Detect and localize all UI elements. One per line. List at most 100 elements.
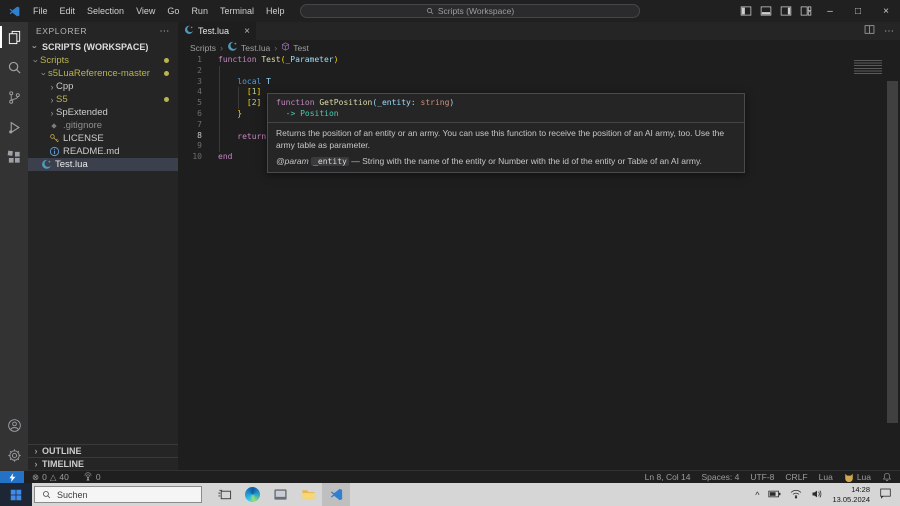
tree-item-.gitignore[interactable]: .gitignore: [28, 119, 178, 132]
chevron-right-icon: ›: [50, 107, 54, 118]
title-bar: FileEditSelectionViewGoRunTerminalHelp ←…: [0, 0, 900, 22]
eol[interactable]: CRLF: [785, 472, 807, 482]
split-editor-icon[interactable]: [864, 24, 875, 38]
chevron-right-icon: ›: [34, 446, 38, 456]
menu-go[interactable]: Go: [161, 0, 185, 22]
tree-item-license[interactable]: LICENSE: [28, 132, 178, 145]
code-line-3[interactable]: 3 local T: [178, 77, 900, 88]
account-icon[interactable]: [0, 410, 28, 440]
panel-timeline[interactable]: › TIMELINE: [28, 457, 178, 470]
volume-icon[interactable]: [811, 486, 823, 504]
command-center[interactable]: Scripts (Workspace): [300, 4, 640, 18]
encoding[interactable]: UTF-8: [750, 472, 774, 482]
cursor-position[interactable]: Ln 8, Col 14: [645, 472, 691, 482]
line-content: local T: [218, 77, 271, 88]
code-token: [: [218, 87, 252, 97]
code-token: ]: [256, 87, 262, 97]
system-tray: ^ 14:28 13.05.2024: [755, 485, 900, 504]
maximize-button[interactable]: □: [844, 0, 872, 22]
clock[interactable]: 14:28 13.05.2024: [832, 485, 870, 504]
lua-file-icon: [184, 25, 194, 37]
breadcrumb-label: Test: [293, 42, 309, 53]
code-token: ): [449, 98, 455, 107]
sidebar-title: EXPLORER ⋯: [28, 22, 178, 40]
wifi-icon[interactable]: [790, 486, 802, 504]
more-actions-icon[interactable]: ⋯: [884, 26, 894, 37]
app-window-icon[interactable]: [266, 483, 294, 506]
task-view-icon[interactable]: [210, 483, 238, 506]
search-icon: [43, 491, 51, 499]
menu-edit[interactable]: Edit: [54, 0, 82, 22]
line-number: 9: [197, 141, 202, 151]
code-line-2[interactable]: 2: [178, 66, 900, 77]
breadcrumb-test[interactable]: Test: [281, 42, 309, 53]
run-debug-icon[interactable]: [0, 112, 28, 142]
menu-run[interactable]: Run: [185, 0, 214, 22]
tree-item-test.lua[interactable]: Test.lua: [28, 158, 178, 171]
menu-terminal[interactable]: Terminal: [214, 0, 260, 22]
extensions-icon[interactable]: [0, 142, 28, 172]
problems-indicator[interactable]: ⊗ 0 △ 40: [32, 472, 69, 483]
menu-selection[interactable]: Selection: [81, 0, 130, 22]
tree-item-s5luareference-master[interactable]: › s5LuaReference-master: [28, 67, 178, 80]
line-number: 10: [192, 152, 202, 162]
vscode-taskbar-icon[interactable]: [322, 483, 350, 506]
tab-bar: Test.lua × ⋯: [178, 22, 900, 40]
workspace-section-header[interactable]: › SCRIPTS (WORKSPACE): [28, 40, 178, 54]
indentation[interactable]: Spaces: 4: [702, 472, 740, 482]
toggle-sidebar-icon[interactable]: [736, 0, 756, 22]
menu-help[interactable]: Help: [260, 0, 291, 22]
editor-scrollbar[interactable]: [887, 81, 898, 423]
menu-view[interactable]: View: [130, 0, 161, 22]
code-token: function: [276, 98, 320, 107]
hover-signature: function GetPosition(_entity: string): [268, 94, 744, 108]
panel-outline[interactable]: › OUTLINE: [28, 444, 178, 457]
file-explorer-icon[interactable]: [294, 483, 322, 506]
hover-param-line: @param _entity — String with the name of…: [268, 154, 744, 172]
breadcrumb-scripts[interactable]: Scripts: [190, 43, 216, 53]
code-token: Test: [256, 55, 281, 64]
windows-taskbar: Suchen ^ 14:28 13.05.2024: [0, 483, 900, 506]
explorer-icon[interactable]: [0, 22, 28, 52]
tree-item-label: s5LuaReference-master: [48, 68, 150, 79]
minimize-button[interactable]: –: [816, 0, 844, 22]
taskbar-search[interactable]: Suchen: [34, 486, 202, 503]
toggle-secondary-sidebar-icon[interactable]: [776, 0, 796, 22]
file-tree: › Scripts › s5LuaReference-master › Cpp › S5 › Sp…: [28, 54, 178, 171]
toggle-panel-icon[interactable]: [756, 0, 776, 22]
code-line-1[interactable]: 1 function Test(_Parameter): [178, 55, 900, 66]
start-button[interactable]: [0, 483, 32, 506]
broadcast-indicator[interactable]: 0: [83, 472, 101, 482]
vscode-logo-icon: [8, 5, 21, 18]
lua-extension-status[interactable]: Lua: [844, 472, 871, 482]
close-button[interactable]: ×: [872, 0, 900, 22]
indent-guide: [238, 87, 239, 109]
tree-item-cpp[interactable]: › Cpp: [28, 80, 178, 93]
chevron-right-icon: ›: [34, 459, 38, 469]
tree-item-s5[interactable]: › S5: [28, 93, 178, 106]
tab-test-lua[interactable]: Test.lua ×: [178, 22, 256, 40]
settings-gear-icon[interactable]: [0, 440, 28, 470]
sidebar-bottom-panels: › OUTLINE › TIMELINE: [28, 444, 178, 470]
editor-actions: ⋯: [864, 22, 894, 40]
minimap[interactable]: [854, 60, 882, 74]
lua-extension-label: Lua: [856, 472, 871, 482]
sidebar-more-actions-icon[interactable]: ⋯: [159, 26, 170, 37]
code-area[interactable]: 1 function Test(_Parameter) 2 3 local T4 [1…: [178, 55, 900, 470]
notification-center-icon[interactable]: [879, 486, 892, 504]
notifications-bell-icon[interactable]: [882, 472, 892, 482]
battery-icon[interactable]: [768, 486, 781, 504]
breadcrumb-test.lua[interactable]: Test.lua: [227, 41, 270, 54]
tab-close-icon[interactable]: ×: [244, 26, 250, 37]
source-control-icon[interactable]: [0, 82, 28, 112]
menu-file[interactable]: File: [27, 0, 54, 22]
tree-item-readme.md[interactable]: README.md: [28, 145, 178, 158]
tree-item-scripts[interactable]: › Scripts: [28, 54, 178, 67]
search-icon[interactable]: [0, 52, 28, 82]
tree-item-spextended[interactable]: › SpExtended: [28, 106, 178, 119]
edge-browser-icon[interactable]: [238, 483, 266, 506]
customize-layout-icon[interactable]: [796, 0, 816, 22]
language-mode[interactable]: Lua: [819, 472, 833, 482]
hidden-icons-chevron[interactable]: ^: [755, 490, 759, 500]
remote-indicator[interactable]: [0, 471, 24, 483]
